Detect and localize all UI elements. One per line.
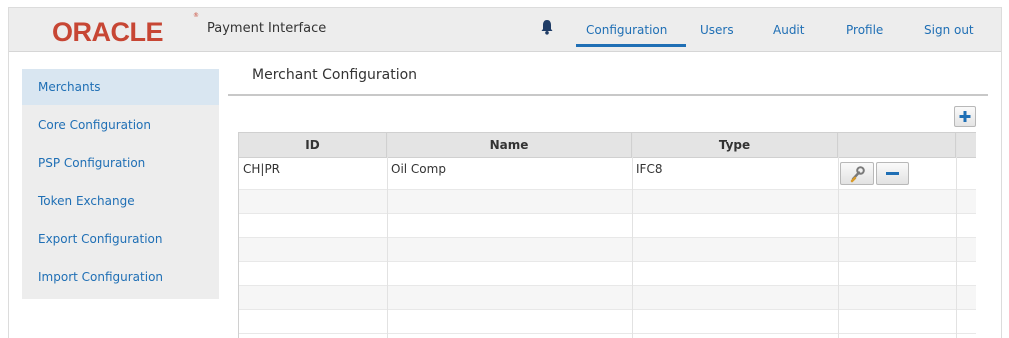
app-name: Payment Interface xyxy=(207,21,327,36)
sidebar-item-merchants[interactable]: Merchants xyxy=(22,69,219,105)
merchants-table: ID Name Type CH|PR Oil Comp IFC8 xyxy=(238,132,976,338)
table-row xyxy=(239,262,976,286)
sidebar-item-token-exchange[interactable]: Token Exchange xyxy=(22,183,219,219)
wrench-icon xyxy=(841,166,873,188)
cell-name: Oil Comp xyxy=(391,162,446,176)
column-header-id[interactable]: ID xyxy=(239,133,387,158)
table-row xyxy=(239,238,976,262)
sidebar-item-label: Token Exchange xyxy=(38,194,135,208)
column-divider xyxy=(387,133,388,338)
column-header-name[interactable]: Name xyxy=(387,133,632,158)
bell-icon[interactable] xyxy=(540,19,554,35)
title-divider xyxy=(228,94,988,96)
table-row xyxy=(239,286,976,310)
sidebar-item-psp-configuration[interactable]: PSP Configuration xyxy=(22,145,219,181)
nav-configuration[interactable]: Configuration xyxy=(586,22,667,38)
column-divider xyxy=(838,133,839,338)
top-header: ORACLE ® Payment Interface Configuration… xyxy=(9,8,1001,52)
cell-type: IFC8 xyxy=(636,162,663,176)
delete-merchant-button[interactable] xyxy=(876,162,909,185)
nav-profile[interactable]: Profile xyxy=(846,22,883,38)
edit-merchant-button[interactable] xyxy=(840,162,874,185)
nav-sign-out[interactable]: Sign out xyxy=(924,22,974,38)
table-row xyxy=(239,190,976,214)
nav-audit[interactable]: Audit xyxy=(773,22,804,38)
column-divider xyxy=(632,133,633,338)
oracle-logo: ORACLE xyxy=(52,17,164,47)
sidebar-item-label: Export Configuration xyxy=(38,232,163,246)
sidebar-item-export-configuration[interactable]: Export Configuration xyxy=(22,221,219,257)
table-header: ID Name Type xyxy=(239,133,976,158)
page-title: Merchant Configuration xyxy=(252,67,418,83)
logo-registered-mark: ® xyxy=(193,12,199,19)
sidebar-item-label: PSP Configuration xyxy=(38,156,146,170)
sidebar-item-label: Merchants xyxy=(38,80,101,94)
sidebar: Merchants Core Configuration PSP Configu… xyxy=(22,69,219,299)
plus-icon xyxy=(955,111,975,130)
active-tab-underline xyxy=(576,44,686,47)
sidebar-item-import-configuration[interactable]: Import Configuration xyxy=(22,259,219,295)
cell-id: CH|PR xyxy=(243,162,281,176)
table-row xyxy=(239,310,976,334)
sidebar-item-core-configuration[interactable]: Core Configuration xyxy=(22,107,219,143)
column-header-actions xyxy=(838,133,956,158)
nav-users[interactable]: Users xyxy=(700,22,734,38)
table-row xyxy=(239,214,976,238)
sidebar-item-label: Import Configuration xyxy=(38,270,164,284)
sidebar-item-label: Core Configuration xyxy=(38,118,151,132)
minus-icon xyxy=(877,169,908,188)
column-header-type[interactable]: Type xyxy=(632,133,838,158)
column-divider xyxy=(956,133,957,338)
add-merchant-button[interactable] xyxy=(954,106,976,127)
